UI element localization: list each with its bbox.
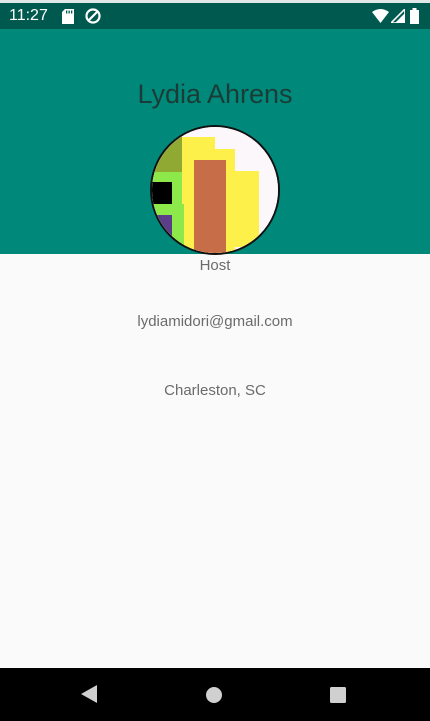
profile-location: Charleston, SC <box>164 382 266 399</box>
status-bar: 11:27 <box>0 0 430 29</box>
sync-icon <box>85 8 101 24</box>
status-time: 11:27 <box>9 7 48 24</box>
back-icon[interactable] <box>80 684 98 704</box>
avatar-image <box>152 127 278 253</box>
wifi-icon <box>372 9 389 23</box>
recents-icon[interactable] <box>329 686 347 704</box>
cellular-icon <box>391 9 405 23</box>
sd-card-icon <box>62 9 74 24</box>
battery-icon <box>410 8 419 24</box>
home-icon[interactable] <box>205 686 223 704</box>
profile-header: Lydia Ahrens <box>0 29 430 255</box>
profile-email: lydiamidori@gmail.com <box>137 313 293 330</box>
profile-role: Host <box>199 257 231 274</box>
avatar[interactable] <box>150 125 280 255</box>
profile-name: Lydia Ahrens <box>137 79 293 109</box>
navigation-bar <box>0 668 430 721</box>
